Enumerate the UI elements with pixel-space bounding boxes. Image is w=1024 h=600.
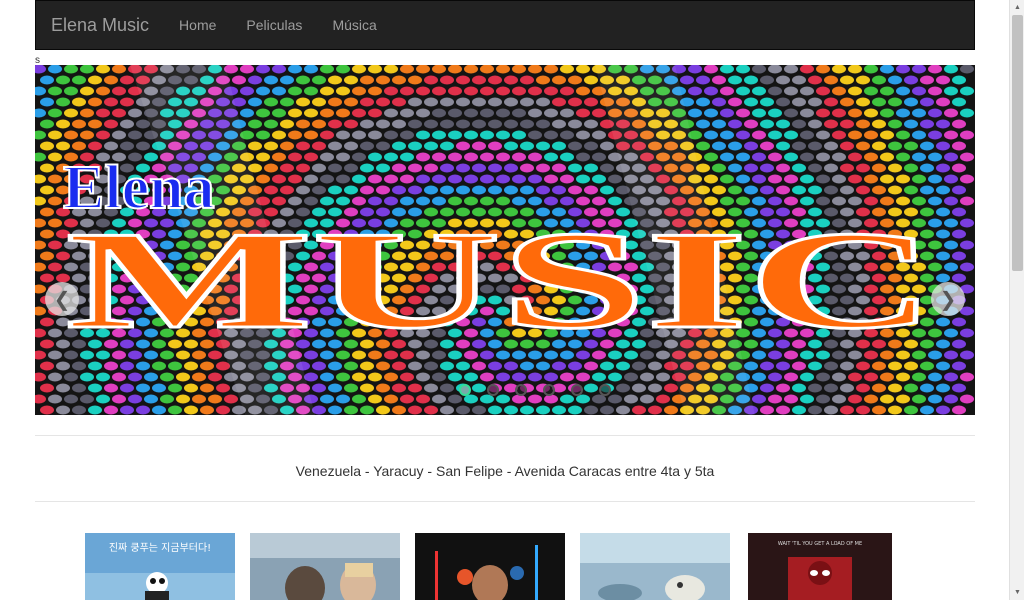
nav-link-peliculas[interactable]: Peliculas xyxy=(231,0,317,50)
divider xyxy=(35,435,975,436)
page: Elena Music Home Peliculas Música s Elen… xyxy=(0,0,1009,600)
carousel-next-button[interactable]: ❯ xyxy=(931,282,965,316)
ice-age-poster[interactable] xyxy=(580,533,730,600)
brand-link[interactable]: Elena Music xyxy=(36,0,164,50)
star-wars-poster[interactable] xyxy=(415,533,565,600)
carousel-indicators xyxy=(35,384,975,396)
scrollbar-thumb[interactable] xyxy=(1012,15,1023,271)
carousel: Elena MUSIC ❮ ❯ xyxy=(35,65,975,415)
carousel-indicator-dot[interactable] xyxy=(571,384,583,396)
address-text: Venezuela - Yaracuy - San Felipe - Aveni… xyxy=(295,463,715,479)
movie-posters: 진짜 쿵푸는 지금부터다! WAIT 'TIL YOU GET A LOAD O… xyxy=(0,533,1009,600)
banner-main-word: MUSIC xyxy=(66,203,936,358)
nav-link-home[interactable]: Home xyxy=(164,0,231,50)
divider xyxy=(35,501,975,502)
chevron-left-icon: ❮ xyxy=(53,288,71,311)
carousel-prev-button[interactable]: ❮ xyxy=(45,282,79,316)
carousel-indicator-dot[interactable] xyxy=(599,384,611,396)
carousel-indicator-dot[interactable] xyxy=(515,384,527,396)
kung-fu-panda-poster[interactable]: 진짜 쿵푸는 지금부터다! xyxy=(85,533,235,600)
carousel-indicator-dot[interactable] xyxy=(487,384,499,396)
fifth-wave-poster[interactable] xyxy=(250,533,400,600)
poster-caption: WAIT 'TIL YOU GET A LOAD OF ME xyxy=(778,541,862,547)
carousel-indicator-dot[interactable] xyxy=(459,384,471,396)
deadpool-poster[interactable]: WAIT 'TIL YOU GET A LOAD OF ME xyxy=(748,533,892,600)
scroll-down-arrow-icon[interactable]: ▼ xyxy=(1010,585,1024,600)
navbar: Elena Music Home Peliculas Música xyxy=(35,0,975,50)
page-scrollbar[interactable]: ▲ ▼ xyxy=(1009,0,1024,600)
carousel-indicator-dot[interactable] xyxy=(543,384,555,396)
nav-link-musica[interactable]: Música xyxy=(317,0,391,50)
chevron-right-icon: ❯ xyxy=(939,288,957,311)
banner-image: Elena MUSIC xyxy=(35,65,975,415)
poster-caption: 진짜 쿵푸는 지금부터다! xyxy=(109,542,211,554)
scroll-up-arrow-icon[interactable]: ▲ xyxy=(1010,0,1024,15)
